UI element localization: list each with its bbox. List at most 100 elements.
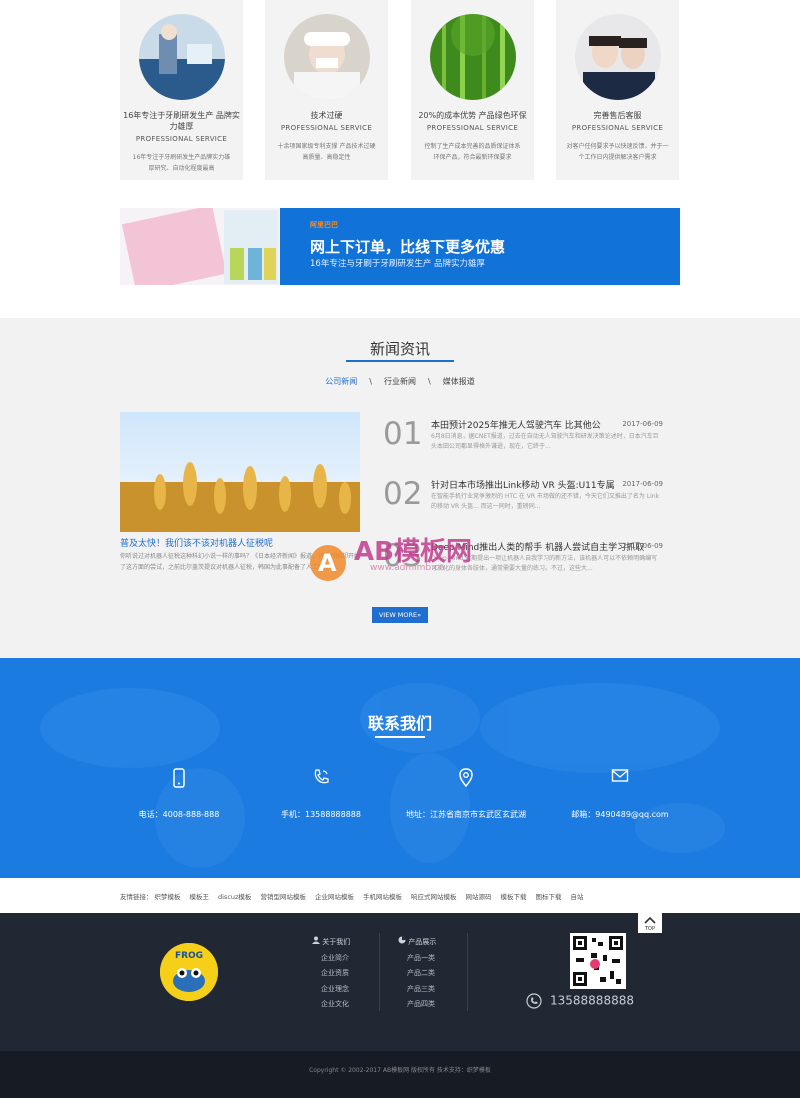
feature-card[interactable]: 16年专注于牙刷研发生产 品牌实力雄厚 PROFESSIONAL SERVICE… [120, 0, 243, 180]
news-section: 新闻资讯 公司新闻 \ 行业新闻 \ 媒体报道 普及太快！我们该不该对机器人征税呢 你听… [0, 318, 800, 658]
back-to-top-button[interactable]: TOP [638, 913, 662, 933]
footer-link[interactable]: 企业文化 [312, 997, 350, 1013]
feature-desc: 16年专注于牙刷研发生产品牌实力雄厚研究、自动化程度最高 [132, 154, 231, 172]
news-item[interactable]: 02 针对日本市场推出Link移动 VR 头盔:U11专属 2017-06-09… [383, 476, 673, 526]
tab-separator: \ [428, 377, 431, 386]
contact-address: 地址：江苏省南京市玄武区玄武湖 [406, 810, 526, 819]
news-item-title[interactable]: 本田预计2025年推无人驾驶汽车 比其他公 [431, 418, 601, 431]
friend-link[interactable]: 网站源码 [465, 893, 491, 901]
products-heading[interactable]: 产品展示 [408, 938, 436, 946]
view-more-button[interactable]: VIEW MORE» [372, 607, 428, 623]
location-pin-icon [459, 768, 473, 788]
tab-separator: \ [369, 377, 372, 386]
feature-subtitle: PROFESSIONAL SERVICE [280, 124, 373, 132]
news-item-title[interactable]: 针对日本市场推出Link移动 VR 头盔:U11专属 [431, 478, 615, 491]
news-item-number: 01 [383, 416, 423, 452]
feature-subtitle: PROFESSIONAL SERVICE [571, 124, 664, 132]
watermark-url: www.admimb.cn [370, 563, 445, 573]
phone-call-icon [314, 769, 329, 784]
news-item-date: 2017-06-09 [622, 420, 663, 428]
feature-image-service [574, 14, 661, 100]
friend-link[interactable]: 企业网站模板 [315, 893, 354, 901]
features-section: 16年专注于牙刷研发生产 品牌实力雄厚 PROFESSIONAL SERVICE… [0, 0, 800, 318]
tab-company-news[interactable]: 公司新闻 [325, 377, 357, 386]
footer-link[interactable]: 企业资质 [312, 966, 350, 982]
feature-title: 完善售后客服 [593, 111, 642, 120]
feature-desc: 对客户任何要求予以快速反馈，并于一个工作日内提供解决客户需求 [566, 143, 669, 161]
feature-desc: 控制了生产成本完善的品质保证体系 环保产品，符合最新环保要求 [424, 143, 521, 161]
news-item-desc: 6月8日消息，据CNET报道，过去在自动无人驾驶汽车和研发决策论述时，日本汽车巨… [431, 433, 659, 450]
friend-link[interactable]: 织梦模板 [155, 893, 181, 901]
promo-banner[interactable]: 阿里巴巴 网上下订单，比线下更多优惠 16年专注与牙刷于牙刷研发生产 品牌实力雄… [120, 208, 680, 285]
news-item[interactable]: 01 本田预计2025年推无人驾驶汽车 比其他公 2017-06-09 6月8日… [383, 416, 673, 466]
footer-products-column: 产品展示 产品一类 产品二类 产品三类 产品四类 [398, 935, 436, 1013]
friend-link[interactable]: 模板王 [190, 893, 210, 901]
footer-link[interactable]: 产品一类 [398, 951, 436, 967]
tab-media-reports[interactable]: 媒体报道 [443, 377, 475, 386]
chevron-up-icon [644, 916, 656, 924]
contact-tel[interactable]: 电话：4008-888-888 [104, 808, 254, 821]
about-heading[interactable]: 关于我们 [322, 938, 350, 946]
footer-about-column: 关于我们 企业简介 企业资质 企业理念 企业文化 [312, 935, 350, 1013]
contact-email[interactable]: 邮箱：9490489@qq.com [545, 808, 695, 821]
feature-image-bamboo [429, 14, 516, 100]
footer-link[interactable]: 产品二类 [398, 966, 436, 982]
news-item-date: 2017-06-09 [622, 480, 663, 488]
footer-divider [467, 933, 468, 1011]
news-tabs: 公司新闻 \ 行业新闻 \ 媒体报道 [0, 376, 800, 387]
phone-icon [526, 993, 542, 1009]
copyright-bar: Copyright © 2002-2017 AB模板网 版权所有 技术支持：织梦… [0, 1051, 800, 1098]
footer-phone-number: 13588888888 [550, 993, 634, 1008]
svg-text:A: A [318, 549, 337, 577]
qr-code [570, 933, 626, 989]
contact-title: 联系我们 [367, 714, 432, 733]
news-item-desc: 在智能手机行业竞争激烈的 HTC 在 VR 市场做的还不错，今天它们又推出了名为… [431, 493, 660, 510]
feature-title: 16年专注于牙刷研发生产 品牌实力雄厚 [123, 111, 240, 131]
news-item-date: 2017-06-09 [622, 542, 663, 550]
friend-link[interactable]: 模板下载 [500, 893, 526, 901]
friend-link[interactable]: 营销型网站模板 [260, 893, 306, 901]
news-lead-title[interactable]: 普及太快！我们该不该对机器人征税呢 [120, 536, 273, 549]
feature-card[interactable]: 20%的成本优势 产品绿色环保 PROFESSIONAL SERVICE 控制了… [411, 0, 534, 180]
user-icon [312, 936, 320, 944]
mobile-icon [173, 768, 185, 788]
footer-link[interactable]: 企业简介 [312, 951, 350, 967]
contact-item-tel: 电话：4008-888-888 [104, 768, 254, 821]
contact-mobile[interactable]: 手机：13588888888 [246, 808, 396, 821]
logo-text: FROG [174, 951, 204, 961]
friend-link[interactable]: 手机网站模板 [363, 893, 402, 901]
feature-card[interactable]: 完善售后客服 PROFESSIONAL SERVICE 对客户任何要求予以快速反… [556, 0, 679, 180]
footer-logo[interactable]: FROG [160, 943, 218, 1001]
banner-subline: 16年专注与牙刷于牙刷研发生产 品牌实力雄厚 [310, 259, 486, 269]
banner-product-image [120, 208, 280, 285]
footer-link[interactable]: 产品四类 [398, 997, 436, 1013]
tab-industry-news[interactable]: 行业新闻 [384, 377, 416, 386]
feature-image-lab [138, 14, 225, 100]
footer-link[interactable]: 产品三类 [398, 982, 436, 998]
watermark-logo: A AB模板网 www.admimb.cn [310, 535, 530, 590]
pie-chart-icon [398, 936, 406, 944]
feature-card[interactable]: 技术过硬 PROFESSIONAL SERVICE 十余项国家级专利支撑 产品技… [265, 0, 388, 180]
contact-item-mobile: 手机：13588888888 [246, 768, 396, 821]
banner-headline: 网上下订单，比线下更多优惠 [310, 238, 506, 256]
friend-link[interactable]: discuz模板 [218, 893, 251, 901]
friend-link[interactable]: 响应式网站模板 [411, 893, 457, 901]
footer-phone[interactable]: 13588888888 [526, 993, 634, 1009]
news-item-number: 02 [383, 476, 423, 512]
footer-link[interactable]: 企业理念 [312, 982, 350, 998]
contact-section: 联系我们 电话：4008-888-888 手机：13588888888 地址：江… [0, 658, 800, 878]
banner-brand: 阿里巴巴 [310, 221, 338, 229]
feature-desc: 十余项国家级专利支撑 产品技术过硬 高质量、高稳定性 [277, 143, 376, 161]
friend-link[interactable]: 自站 [570, 893, 583, 901]
news-lead-image[interactable] [120, 412, 360, 532]
friend-link[interactable]: 图标下载 [535, 893, 561, 901]
contact-item-email: 邮箱：9490489@qq.com [545, 768, 695, 821]
feature-subtitle: PROFESSIONAL SERVICE [426, 124, 519, 132]
news-title-underline [346, 360, 454, 362]
mail-icon [611, 769, 629, 782]
news-title: 新闻资讯 [369, 340, 430, 358]
feature-image-worker [283, 14, 370, 100]
feature-subtitle: PROFESSIONAL SERVICE [135, 135, 228, 143]
friend-links: 友情链接： 织梦模板 模板王 discuz模板 营销型网站模板 企业网站模板 手机网站模板 响… [0, 878, 800, 913]
feature-title: 技术过硬 [310, 111, 343, 120]
